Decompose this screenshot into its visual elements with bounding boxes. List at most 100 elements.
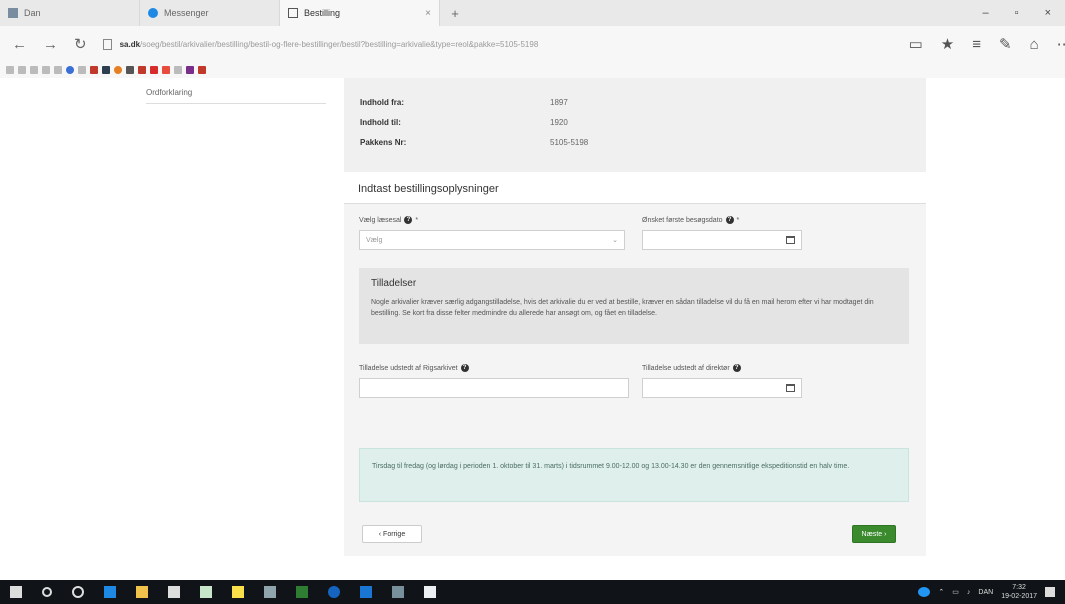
favorite-icon[interactable]	[78, 66, 86, 74]
battery-icon[interactable]: ▭	[952, 588, 959, 596]
section-title: Indtast bestillingsoplysninger	[344, 172, 926, 204]
reading-view-icon[interactable]: ▭	[909, 35, 923, 53]
package-info: Indhold fra: 1897 Indhold til: 1920 Pakk…	[344, 78, 926, 172]
maximize-button[interactable]: ▫	[1015, 7, 1019, 19]
favorite-icon[interactable]	[90, 66, 98, 74]
taskbar: ⌃ ▭ ♪ DAN 7:32 19-02-2017	[0, 580, 1065, 604]
tab-dan[interactable]: Dan	[0, 0, 140, 26]
tab-messenger[interactable]: Messenger	[140, 0, 280, 26]
forward-button[interactable]: →	[43, 36, 58, 53]
label-text: Tilladelse udstedt af direktør	[642, 364, 730, 372]
info-label: Indhold fra:	[360, 97, 404, 107]
notes-icon[interactable]	[232, 586, 244, 598]
folder-icon[interactable]	[136, 586, 148, 598]
next-button[interactable]: Næste ›	[852, 525, 896, 543]
excel-icon[interactable]	[296, 586, 308, 598]
close-tab-icon[interactable]: ×	[425, 8, 431, 19]
permissions-notice: Tilladelser Nogle arkivalier kræver særl…	[359, 268, 909, 344]
store-icon[interactable]	[168, 586, 180, 598]
favorite-icon[interactable]	[162, 66, 170, 74]
sidebar-link-ordforklaring[interactable]: Ordforklaring	[146, 88, 326, 104]
favorite-icon[interactable]	[198, 66, 206, 74]
info-value: 1920	[550, 117, 568, 127]
onedrive-icon[interactable]	[918, 587, 931, 597]
time: 7:32	[1012, 584, 1026, 591]
browser-actions: ▭ ★ ≡ ✎ ⌂ ⋯	[909, 35, 1065, 54]
window-controls: – ▫ ×	[983, 0, 1065, 26]
favorite-icon[interactable]	[114, 66, 122, 74]
edge-icon[interactable]	[104, 586, 116, 598]
notice-text: Nogle arkivalier kræver særlig adgangsti…	[371, 299, 874, 317]
help-icon[interactable]: ?	[404, 216, 413, 224]
calendar-icon[interactable]	[786, 236, 795, 244]
info-label: Pakkens Nr:	[360, 137, 407, 147]
favorite-icon[interactable]	[150, 66, 158, 74]
new-tab-button[interactable]: +	[440, 0, 470, 26]
help-icon[interactable]: ?	[460, 364, 469, 372]
previous-button[interactable]: ‹ Forrige	[362, 525, 422, 543]
app-icon[interactable]	[392, 586, 404, 598]
outlook-icon[interactable]	[360, 586, 372, 598]
web-note-icon[interactable]: ✎	[999, 35, 1012, 53]
date-field[interactable]	[642, 230, 802, 250]
search-icon[interactable]	[42, 587, 52, 597]
windows-start-icon[interactable]	[10, 586, 22, 598]
tray-arrows-icon[interactable]: ⌃	[938, 588, 944, 596]
help-icon[interactable]: ?	[732, 364, 741, 372]
refresh-button[interactable]: ↻	[74, 35, 87, 53]
task-view-icon[interactable]	[72, 586, 84, 598]
label-text: Tilladelse udstedt af Rigsarkivet	[359, 364, 458, 372]
url-host: sa.dk	[119, 39, 141, 49]
favorite-icon[interactable]	[102, 66, 110, 74]
info-label: Indhold til:	[360, 117, 401, 127]
favorite-icon[interactable]	[30, 66, 38, 74]
permission-field-1[interactable]	[359, 378, 629, 398]
notice-title: Tilladelser	[371, 278, 417, 289]
hub-icon[interactable]: ≡	[972, 36, 981, 53]
favorite-star-icon[interactable]: ★	[941, 35, 954, 53]
favorite-icon[interactable]	[174, 66, 182, 74]
back-button[interactable]: ←	[12, 36, 27, 53]
info-row: Pakkens Nr: 5105-5198	[360, 132, 910, 152]
favorite-icon[interactable]	[42, 66, 50, 74]
favorite-icon[interactable]	[66, 66, 74, 74]
page-icon	[102, 38, 112, 50]
calendar-icon[interactable]	[786, 384, 795, 392]
tab-bestilling[interactable]: Bestilling ×	[280, 0, 440, 26]
date: 19-02-2017	[1001, 593, 1037, 600]
favorite-icon[interactable]	[138, 66, 146, 74]
favorite-icon[interactable]	[126, 66, 134, 74]
close-window-button[interactable]: ×	[1045, 7, 1051, 19]
favorite-icon[interactable]	[54, 66, 62, 74]
permission-label-1: Tilladelse udstedt af Rigsarkivet ?	[359, 364, 469, 372]
reading-room-select[interactable]: Vælg ⌄	[359, 230, 625, 250]
chrome-icon[interactable]	[328, 586, 340, 598]
info-row: Indhold fra: 1897	[360, 92, 910, 112]
more-icon[interactable]: ⋯	[1057, 35, 1065, 53]
favorites-bar	[0, 62, 1065, 78]
date-label: Ønsket første besøgsdato ? *	[642, 216, 739, 224]
order-panel: Indhold fra: 1897 Indhold til: 1920 Pakk…	[344, 78, 926, 556]
volume-icon[interactable]: ♪	[967, 589, 971, 596]
label-text: Vælg læsesal	[359, 216, 402, 224]
photos-icon[interactable]	[424, 586, 436, 598]
messenger-icon	[148, 8, 158, 18]
clock[interactable]: 7:32 19-02-2017	[1001, 583, 1037, 601]
chevron-down-icon: ⌄	[612, 237, 618, 244]
order-form: Vælg læsesal ? * Vælg ⌄ Ønsket første be…	[344, 204, 926, 556]
notifications-icon[interactable]	[1045, 587, 1055, 597]
permission-date-field[interactable]	[642, 378, 802, 398]
favorite-icon[interactable]	[186, 66, 194, 74]
help-icon[interactable]: ?	[725, 216, 734, 224]
language-indicator[interactable]: DAN	[978, 589, 993, 596]
favorite-icon[interactable]	[18, 66, 26, 74]
favorite-icon[interactable]	[6, 66, 14, 74]
pen-icon[interactable]	[200, 586, 212, 598]
system-tray: ⌃ ▭ ♪ DAN 7:32 19-02-2017	[918, 583, 1065, 601]
tab-label: Bestilling	[304, 8, 341, 18]
url-field[interactable]: sa.dk /soeg/bestil/arkivalier/bestilling…	[102, 34, 893, 54]
required-marker: *	[415, 216, 419, 224]
minimize-button[interactable]: –	[983, 7, 989, 19]
people-icon[interactable]	[264, 586, 276, 598]
share-icon[interactable]: ⌂	[1030, 36, 1039, 53]
